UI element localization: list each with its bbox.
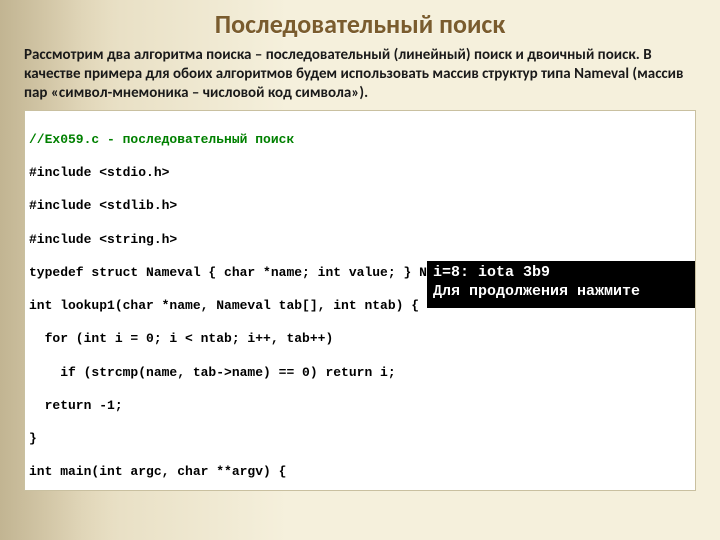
- code-line: #include <stdlib.h>: [29, 198, 687, 215]
- code-line: if (strcmp(name, tab->name) == 0) return…: [29, 365, 687, 382]
- code-line: #include <string.h>: [29, 232, 687, 249]
- output-line: i=8: iota 3b9: [433, 264, 550, 281]
- code-line: for (int i = 0; i < ntab; i++, tab++): [29, 331, 687, 348]
- code-line: #include <stdio.h>: [29, 165, 687, 182]
- code-block: //Ex059.c - последовательный поиск #incl…: [24, 110, 696, 491]
- slide-title: Последовательный поиск: [24, 8, 696, 40]
- output-line: Для продолжения нажмите: [433, 283, 640, 300]
- code-line: int main(int argc, char **argv) {: [29, 464, 687, 481]
- intro-text: Рассмотрим два алгоритма поиска – послед…: [24, 46, 696, 102]
- console-output: i=8: iota 3b9 Для продолжения нажмите: [427, 261, 695, 308]
- slide: Последовательный поиск Рассмотрим два ал…: [0, 0, 720, 491]
- code-line: return -1;: [29, 398, 687, 415]
- code-line: }: [29, 431, 687, 448]
- code-line: //Ex059.c - последовательный поиск: [29, 132, 687, 149]
